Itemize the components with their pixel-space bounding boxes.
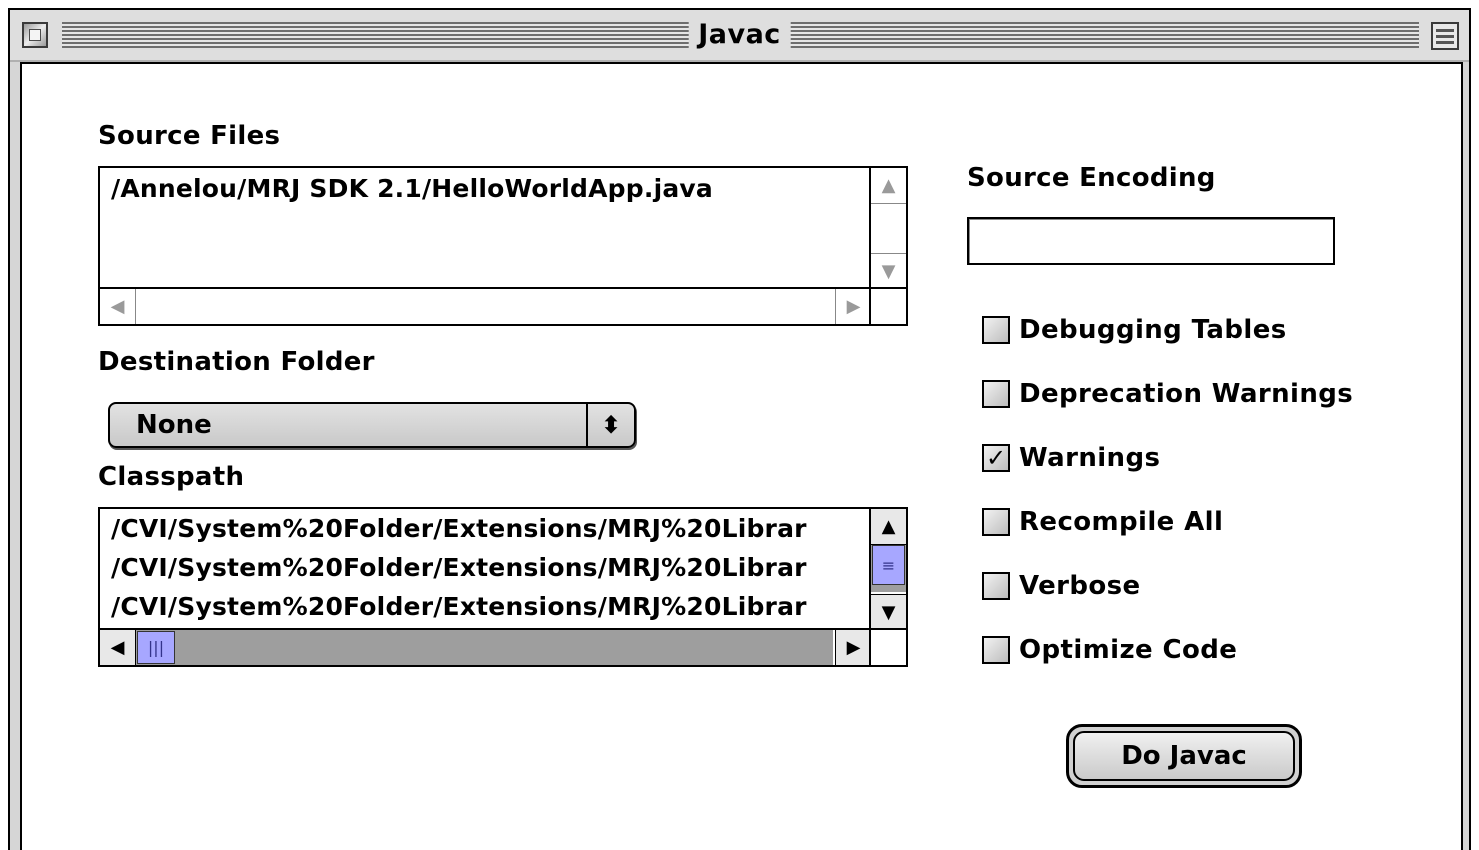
source-files-vscrollbar[interactable]: ▲ ▼ bbox=[869, 168, 906, 289]
scroll-left-icon[interactable]: ◀ bbox=[100, 630, 136, 665]
destination-folder-value: None bbox=[136, 410, 212, 440]
option-deprecation-warnings[interactable]: Deprecation Warnings bbox=[982, 377, 1353, 411]
destination-folder-label: Destination Folder bbox=[98, 347, 375, 377]
option-label: Recompile All bbox=[1019, 507, 1224, 537]
checkbox-icon[interactable] bbox=[982, 636, 1010, 664]
option-label: Warnings bbox=[1019, 443, 1161, 473]
classpath-item[interactable]: /CVI/System%20Folder/Extensions/MRJ%20Li… bbox=[100, 509, 871, 548]
classpath-hscrollbar[interactable]: ◀ ||| ▶ bbox=[100, 628, 871, 665]
popup-arrows-icon: ⬍ bbox=[586, 404, 634, 446]
classpath-items: /CVI/System%20Folder/Extensions/MRJ%20Li… bbox=[100, 509, 871, 628]
javac-window: Javac Source Files /Annelou/MRJ SDK 2.1/… bbox=[8, 8, 1471, 850]
option-warnings[interactable]: ✓ Warnings bbox=[982, 441, 1160, 475]
window-title: Javac bbox=[688, 17, 791, 53]
option-optimize-code[interactable]: Optimize Code bbox=[982, 633, 1237, 667]
classpath-corner bbox=[869, 628, 906, 665]
vscroll-thumb-icon[interactable]: ≡ bbox=[872, 545, 905, 585]
classpath-vscrollbar[interactable]: ▲ ≡ ▼ bbox=[869, 509, 906, 630]
destination-folder-popup[interactable]: None ⬍ bbox=[108, 402, 636, 448]
do-javac-button[interactable]: Do Javac bbox=[1073, 731, 1295, 781]
scroll-down-icon[interactable]: ▼ bbox=[871, 594, 906, 630]
classpath-list[interactable]: /CVI/System%20Folder/Extensions/MRJ%20Li… bbox=[98, 507, 908, 667]
checkbox-icon[interactable] bbox=[982, 380, 1010, 408]
source-files-hscrollbar[interactable]: ◀ ▶ bbox=[100, 287, 871, 324]
option-label: Verbose bbox=[1019, 571, 1141, 601]
scroll-left-icon[interactable]: ◀ bbox=[100, 289, 136, 324]
title-bar[interactable]: Javac bbox=[10, 10, 1469, 62]
source-files-corner bbox=[869, 287, 906, 324]
check-mark-icon: ✓ bbox=[985, 444, 1007, 472]
source-files-items: /Annelou/MRJ SDK 2.1/HelloWorldApp.java bbox=[100, 168, 871, 287]
option-debugging-tables[interactable]: Debugging Tables bbox=[982, 313, 1287, 347]
checkbox-icon[interactable] bbox=[982, 316, 1010, 344]
scroll-right-icon[interactable]: ▶ bbox=[835, 630, 871, 665]
checkbox-checked-icon[interactable]: ✓ bbox=[982, 444, 1010, 472]
source-encoding-field[interactable] bbox=[967, 217, 1335, 265]
dialog-content: Source Files /Annelou/MRJ SDK 2.1/HelloW… bbox=[20, 62, 1463, 850]
source-encoding-label: Source Encoding bbox=[967, 163, 1216, 193]
classpath-label: Classpath bbox=[98, 462, 245, 492]
collapse-box-icon[interactable] bbox=[1431, 22, 1459, 50]
checkbox-icon[interactable] bbox=[982, 508, 1010, 536]
do-javac-button-ring: Do Javac bbox=[1066, 724, 1302, 788]
scroll-up-icon[interactable]: ▲ bbox=[871, 509, 906, 545]
classpath-item[interactable]: /CVI/System%20Folder/Extensions/MRJ%20Li… bbox=[100, 587, 871, 626]
option-label: Debugging Tables bbox=[1019, 315, 1287, 345]
hscroll-thumb-icon[interactable]: ||| bbox=[137, 631, 175, 664]
classpath-item[interactable]: /CVI/System%20Folder/Extensions/MRJ%20Li… bbox=[100, 548, 871, 587]
scroll-right-icon[interactable]: ▶ bbox=[835, 289, 871, 324]
hscroll-track[interactable] bbox=[136, 630, 833, 665]
option-recompile-all[interactable]: Recompile All bbox=[982, 505, 1223, 539]
scroll-up-icon[interactable]: ▲ bbox=[871, 168, 906, 204]
option-label: Optimize Code bbox=[1019, 635, 1238, 665]
close-box-icon[interactable] bbox=[22, 22, 48, 48]
checkbox-icon[interactable] bbox=[982, 572, 1010, 600]
source-files-list[interactable]: /Annelou/MRJ SDK 2.1/HelloWorldApp.java … bbox=[98, 166, 908, 326]
option-verbose[interactable]: Verbose bbox=[982, 569, 1141, 603]
scroll-down-icon[interactable]: ▼ bbox=[871, 253, 906, 289]
source-file-item[interactable]: /Annelou/MRJ SDK 2.1/HelloWorldApp.java bbox=[100, 169, 871, 208]
source-files-label: Source Files bbox=[98, 121, 281, 151]
option-label: Deprecation Warnings bbox=[1019, 379, 1354, 409]
